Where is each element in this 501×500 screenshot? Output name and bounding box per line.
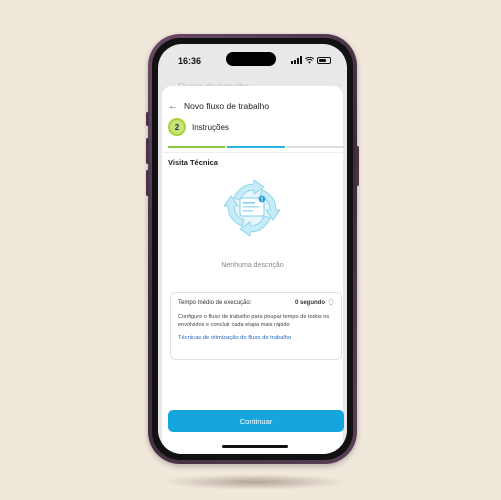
phone-volume-down [146,170,149,196]
cycle-document-icon [223,179,281,237]
phone-silent-switch [146,112,149,126]
lightbulb-icon [328,299,334,306]
step-indicator: 2 Instruções [168,118,229,136]
execution-time-description: Configure o fluxo de trabalho para poupa… [178,314,330,328]
dynamic-island [226,52,276,66]
execution-time-value: 0 segundo [294,299,325,306]
sheet-header: ← Novo fluxo de trabalho [162,96,343,116]
empty-description-text: Nenhuma descrição [221,262,284,269]
status-bar: 16:36 [158,44,347,74]
home-indicator [222,445,288,448]
phone-bezel: 16:36 Fluxos de trabalho [152,38,353,460]
status-icons [291,56,331,64]
execution-time-value-group: 0 segundo [295,299,334,306]
phone-screen: 16:36 Fluxos de trabalho [158,44,347,454]
optimization-techniques-link[interactable]: Técnicas de otimização do fluxo de traba… [178,335,334,341]
progress-segment-3 [286,146,344,148]
step-label: Instruções [192,122,229,132]
step-number-badge: 2 [168,118,186,136]
step-progress-bar [168,146,344,148]
divider [162,152,343,153]
workflow-sheet: ← Novo fluxo de trabalho 2 Instruções Vi… [162,86,344,454]
execution-time-card: Tempo médio de execução: 0 segundo Confi… [170,292,342,360]
execution-time-label: Tempo médio de execução: [178,299,252,306]
progress-segment-2 [227,146,285,148]
page-title: Novo fluxo de trabalho [184,101,270,111]
phone-power-button [356,146,359,186]
status-time: 16:36 [178,56,202,66]
arrow-left-icon[interactable]: ← [168,101,184,112]
signal-icon [291,56,302,64]
continue-button[interactable]: Continuar [168,410,344,432]
progress-segment-1 [168,146,226,148]
section-title: Visita Técnica [168,158,218,167]
battery-icon [317,56,331,64]
phone-volume-up [146,138,149,164]
wifi-icon [305,56,314,64]
phone-frame: 16:36 Fluxos de trabalho [146,34,359,464]
phone-shadow [160,474,350,490]
